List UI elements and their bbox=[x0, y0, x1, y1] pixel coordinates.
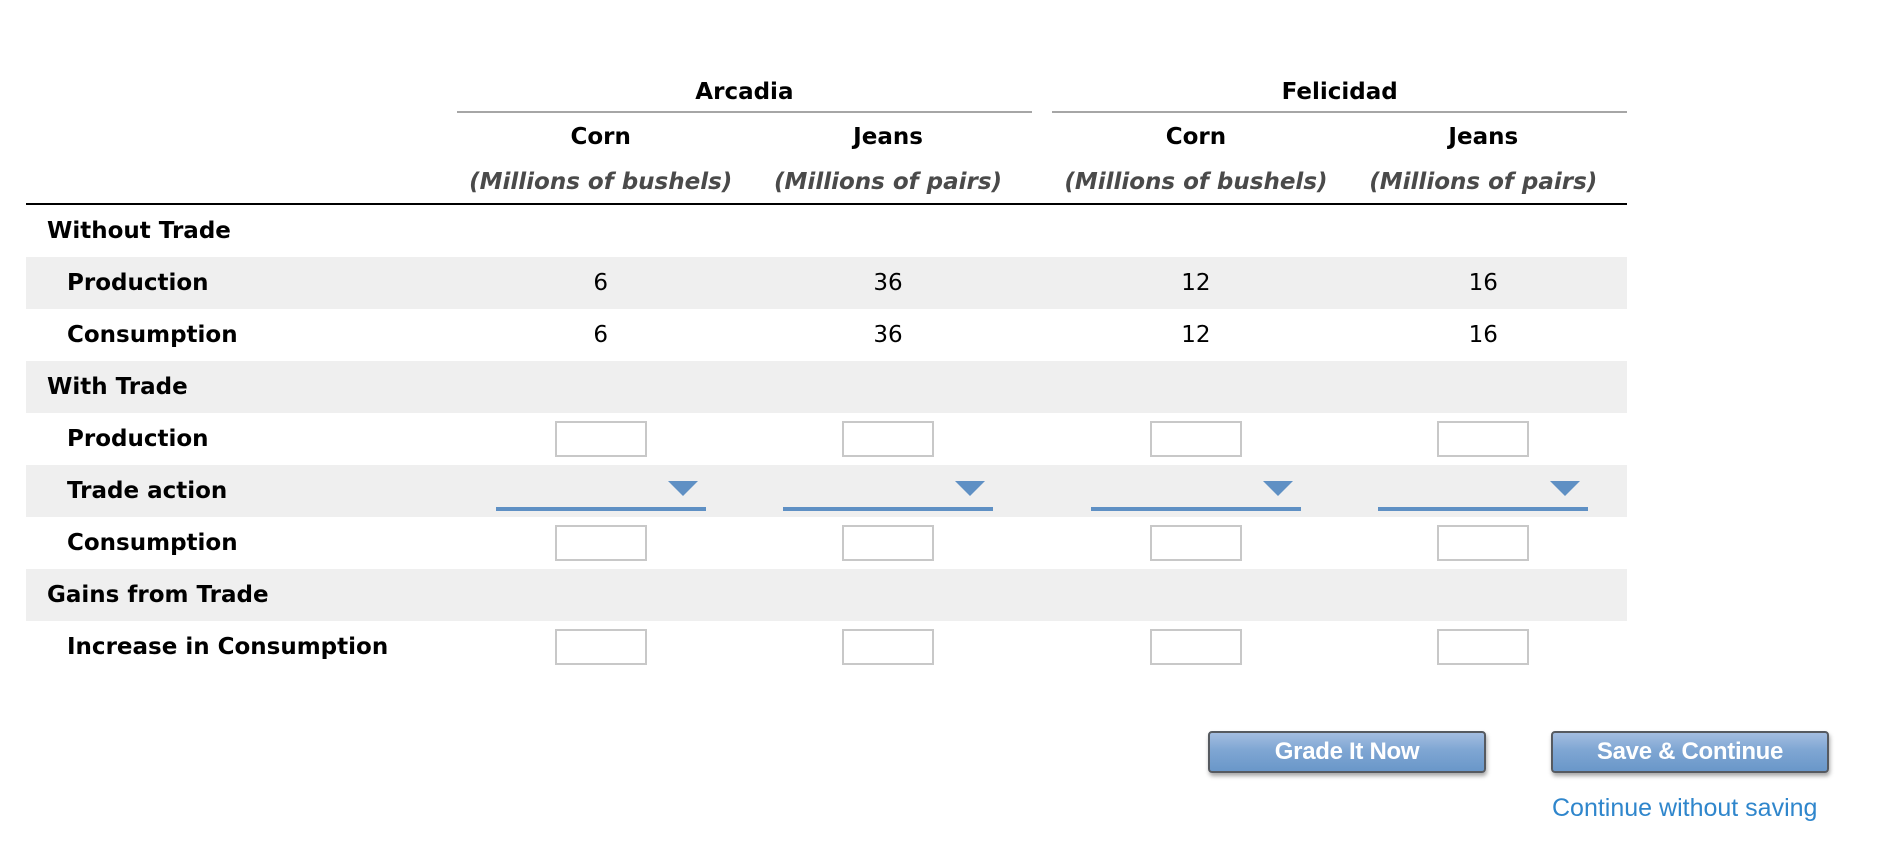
unit-header-felicidad-corn: (Millions of bushels) bbox=[1052, 161, 1340, 205]
trade-table-container: Arcadia Felicidad Corn Jeans Corn Jeans … bbox=[26, 0, 1627, 673]
section-row-gains-from-trade: Gains from Trade bbox=[26, 569, 1627, 621]
table-row-without-trade-production: Production 6 36 12 16 bbox=[26, 257, 1627, 309]
increase-input-felicidad-corn[interactable] bbox=[1149, 629, 1242, 665]
gap-cell bbox=[1032, 517, 1053, 569]
production-input-arcadia-corn[interactable] bbox=[554, 421, 647, 457]
production-input-felicidad-jeans[interactable] bbox=[1437, 421, 1530, 457]
production-input-arcadia-jeans[interactable] bbox=[842, 421, 935, 457]
header-blank bbox=[26, 112, 457, 161]
consumption-input-felicidad-corn[interactable] bbox=[1149, 525, 1242, 561]
trade-action-dropdown-felicidad-jeans[interactable] bbox=[1378, 471, 1589, 511]
section-row-with-trade: With Trade bbox=[26, 361, 1627, 413]
unit-header-arcadia-corn: (Millions of bushels) bbox=[457, 161, 745, 205]
dropdown-underline bbox=[783, 507, 994, 511]
save-and-continue-button[interactable]: Save & Continue bbox=[1551, 731, 1829, 773]
good-header-arcadia-corn: Corn bbox=[570, 124, 631, 150]
header-blank bbox=[26, 0, 457, 112]
gap-cell bbox=[1031, 257, 1053, 309]
row-label: Production bbox=[26, 257, 458, 309]
row-label: Consumption bbox=[67, 322, 238, 348]
table-row-increase-in-consumption: Increase in Consumption bbox=[26, 621, 1627, 673]
dropdown-arrow-icon[interactable] bbox=[1550, 481, 1581, 496]
trade-action-dropdown-felicidad-corn[interactable] bbox=[1090, 471, 1301, 511]
header-blank bbox=[26, 161, 458, 205]
dropdown-arrow-icon[interactable] bbox=[1262, 481, 1293, 496]
country-name: Felicidad bbox=[1281, 79, 1398, 105]
table-row-with-trade-production: Production bbox=[26, 413, 1627, 465]
gap-cell bbox=[1031, 465, 1053, 517]
header-gap bbox=[1031, 161, 1053, 205]
unit-header-felicidad-jeans: (Millions of pairs) bbox=[1339, 161, 1627, 205]
value-cell: 12 bbox=[1052, 257, 1340, 309]
dropdown-underline bbox=[495, 507, 706, 511]
dropdown-arrow-icon[interactable] bbox=[667, 481, 698, 496]
country-name: Arcadia bbox=[695, 79, 794, 105]
good-header-arcadia-jeans: Jeans bbox=[853, 124, 923, 150]
gap-cell bbox=[1032, 621, 1053, 673]
header-gap bbox=[1032, 0, 1053, 112]
row-label: Increase in Consumption bbox=[67, 634, 389, 660]
continue-without-saving-link[interactable]: Continue without saving bbox=[1552, 794, 1817, 823]
row-label: Trade action bbox=[26, 465, 458, 517]
grade-it-now-button[interactable]: Grade It Now bbox=[1208, 731, 1486, 773]
increase-input-arcadia-jeans[interactable] bbox=[842, 629, 935, 665]
dropdown-arrow-icon[interactable] bbox=[955, 481, 986, 496]
section-label: With Trade bbox=[26, 361, 1627, 413]
country-header-arcadia: Arcadia bbox=[457, 0, 1032, 113]
gap-cell bbox=[1032, 413, 1053, 465]
table-row-without-trade-consumption: Consumption 6 36 12 16 bbox=[26, 309, 1627, 361]
section-label: Without Trade bbox=[47, 218, 231, 244]
good-header-felicidad-corn: Corn bbox=[1165, 124, 1227, 150]
trade-action-dropdown-arcadia-corn[interactable] bbox=[495, 471, 706, 511]
value-cell: 36 bbox=[873, 322, 903, 348]
header-gap bbox=[1032, 112, 1053, 161]
row-label: Consumption bbox=[67, 530, 238, 556]
increase-input-arcadia-corn[interactable] bbox=[554, 629, 647, 665]
consumption-input-felicidad-jeans[interactable] bbox=[1437, 525, 1530, 561]
value-cell: 16 bbox=[1468, 322, 1498, 348]
value-cell: 36 bbox=[744, 257, 1032, 309]
production-input-felicidad-corn[interactable] bbox=[1149, 421, 1242, 457]
value-cell: 6 bbox=[593, 322, 609, 348]
table-row-trade-action: Trade action bbox=[26, 465, 1627, 517]
value-cell: 16 bbox=[1339, 257, 1627, 309]
dropdown-underline bbox=[1378, 507, 1589, 511]
gap-cell bbox=[1032, 309, 1053, 361]
good-header-felicidad-jeans: Jeans bbox=[1448, 124, 1519, 150]
country-header-felicidad: Felicidad bbox=[1052, 0, 1627, 113]
section-row-without-trade: Without Trade bbox=[26, 204, 1627, 257]
section-label: Gains from Trade bbox=[26, 569, 1627, 621]
unit-header-arcadia-jeans: (Millions of pairs) bbox=[744, 161, 1032, 205]
value-cell: 12 bbox=[1181, 322, 1211, 348]
value-cell: 6 bbox=[457, 257, 745, 309]
consumption-input-arcadia-corn[interactable] bbox=[554, 525, 647, 561]
increase-input-felicidad-jeans[interactable] bbox=[1437, 629, 1530, 665]
trade-action-dropdown-arcadia-jeans[interactable] bbox=[783, 471, 994, 511]
consumption-input-arcadia-jeans[interactable] bbox=[842, 525, 935, 561]
row-label: Production bbox=[67, 426, 209, 452]
table-row-with-trade-consumption: Consumption bbox=[26, 517, 1627, 569]
trade-table: Arcadia Felicidad Corn Jeans Corn Jeans … bbox=[26, 0, 1627, 673]
dropdown-underline bbox=[1090, 507, 1301, 511]
